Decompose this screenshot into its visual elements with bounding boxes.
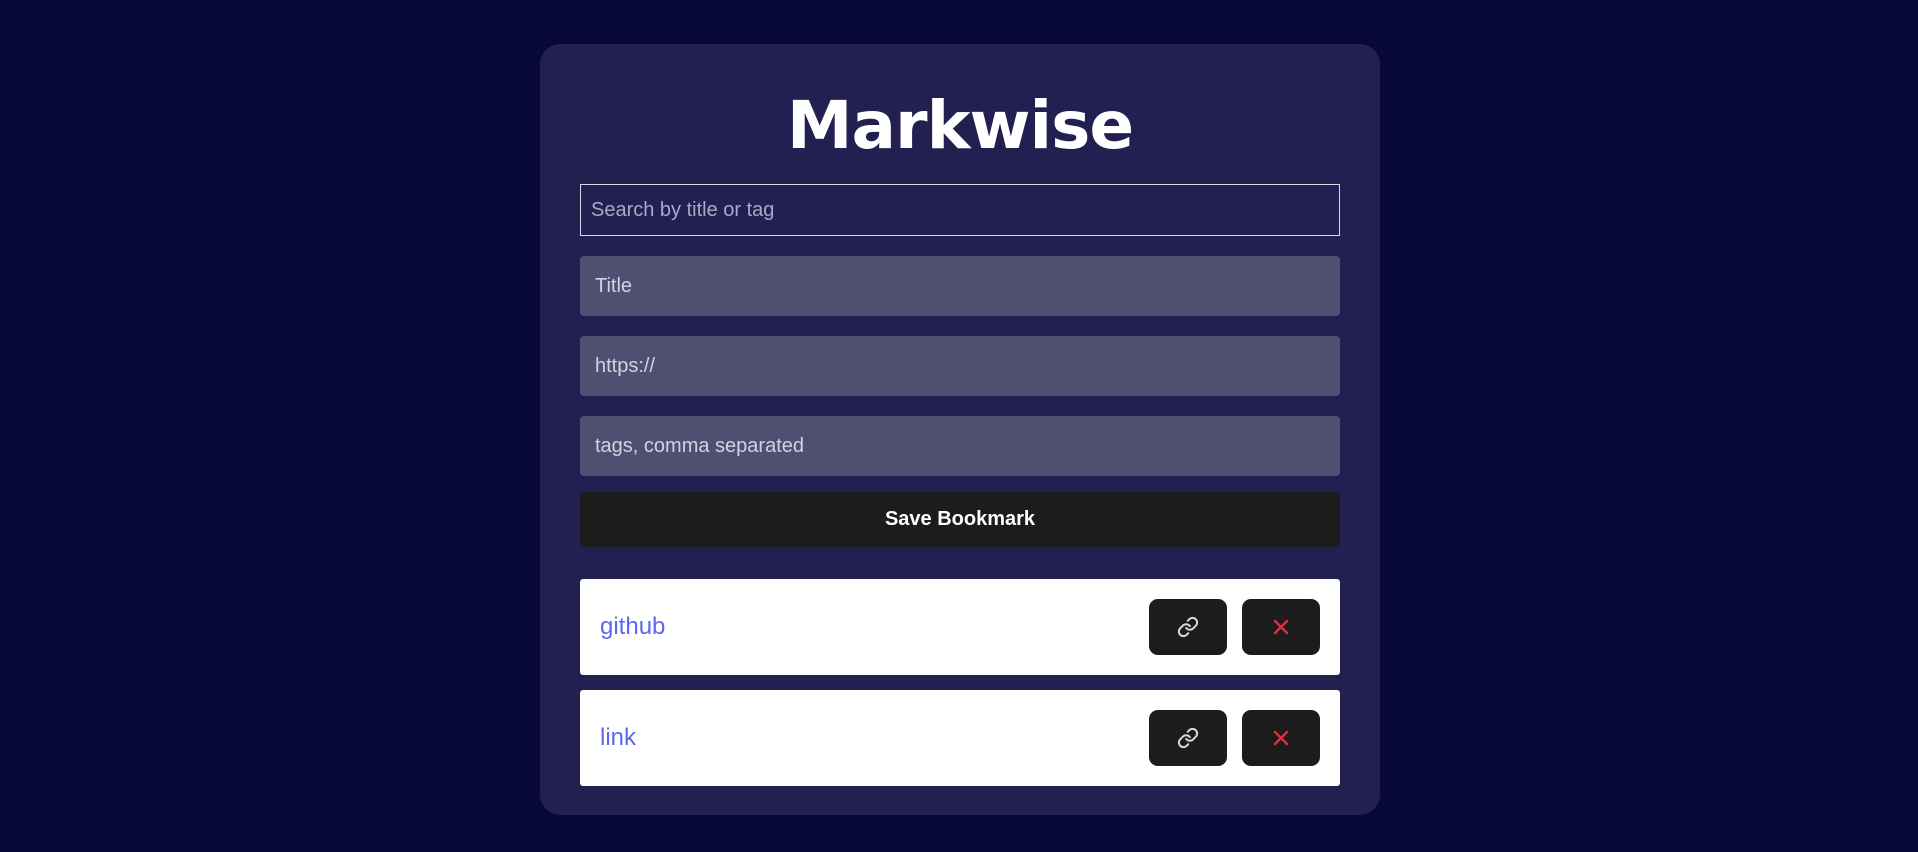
bookmark-title-link[interactable]: github [600,613,1134,641]
title-field[interactable] [580,256,1340,316]
bookmark-list: github link [580,579,1340,786]
open-link-button[interactable] [1149,599,1227,655]
open-link-button[interactable] [1149,710,1227,766]
link-icon [1177,727,1199,749]
close-icon [1273,619,1289,635]
bookmark-title-link[interactable]: link [600,724,1134,752]
close-icon [1273,730,1289,746]
delete-bookmark-button[interactable] [1242,599,1320,655]
search-input[interactable] [580,184,1340,236]
delete-bookmark-button[interactable] [1242,710,1320,766]
bookmark-item: link [580,690,1340,786]
link-icon [1177,616,1199,638]
app-title: Markwise [786,87,1134,164]
bookmark-card: Markwise Save Bookmark github [540,44,1380,815]
tags-field[interactable] [580,416,1340,476]
url-field[interactable] [580,336,1340,396]
bookmark-item: github [580,579,1340,675]
save-bookmark-button[interactable]: Save Bookmark [580,492,1340,547]
